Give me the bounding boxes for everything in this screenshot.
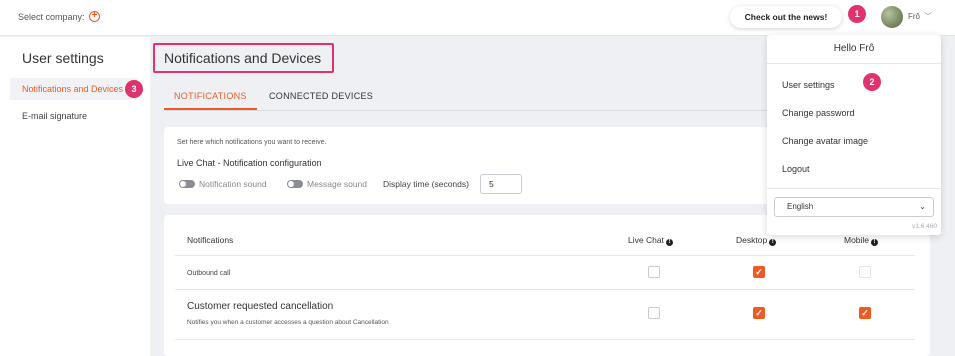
outbound-call-desktop-checkbox[interactable]: ✓ [753,266,765,278]
cancellation-live-chat-checkbox[interactable] [648,307,660,319]
column-header-mobile: Mobile! [844,235,879,246]
check-news-button[interactable]: Check out the news! [730,6,842,28]
message-sound-toggle[interactable] [287,180,303,188]
live-chat-section-title: Live Chat - Notification configuration [177,158,322,168]
table-row-description: Notifies you when a customer accesses a … [187,319,389,326]
tab-connected-devices[interactable]: CONNECTED DEVICES [269,85,373,110]
language-select[interactable]: English ⌄ [774,197,934,217]
menu-item-change-password[interactable]: Change password [782,108,855,118]
display-time-input[interactable]: 5 [480,174,522,194]
dropdown-divider [767,63,941,64]
outbound-call-live-chat-checkbox[interactable] [648,266,660,278]
notification-sound-label: Notification sound [199,179,267,189]
user-name[interactable]: Frô [908,12,920,21]
row-divider [175,255,915,256]
notification-sound-toggle[interactable] [179,180,195,188]
display-time-label: Display time (seconds) [383,179,469,189]
select-company-label: Select company: [18,12,85,22]
column-header-live-chat: Live Chat! [628,235,673,246]
dropdown-greeting: Hello Frô [833,43,875,54]
top-bar: Select company: + Check out the news! 1 … [0,0,955,36]
annotation-badge-1: 1 [848,5,866,23]
column-header-mobile-label: Mobile [844,235,870,245]
column-header-desktop-label: Desktop [736,235,768,245]
sidebar-item-notifications[interactable]: Notifications and Devices [10,78,138,100]
sidebar-title: User settings [22,50,104,66]
page-title: Notifications and Devices [153,43,334,73]
menu-item-user-settings[interactable]: User settings [782,80,835,90]
menu-item-change-avatar[interactable]: Change avatar image [782,136,868,146]
annotation-badge-3: 3 [125,80,143,98]
version-label: v1.6.460 [912,223,937,230]
cancellation-desktop-checkbox[interactable]: ✓ [753,307,765,319]
hint-text: Set here which notifications you want to… [177,139,327,146]
dropdown-divider [767,188,941,189]
table-row-label: Customer requested cancellation [187,301,334,312]
chevron-down-icon[interactable]: ﹀ [924,11,932,22]
message-sound-label: Message sound [307,179,368,189]
column-header-desktop: Desktop! [736,235,777,246]
avatar[interactable] [881,6,903,28]
user-dropdown-menu: Hello Frô User settings Change password … [767,35,941,235]
row-divider [175,289,915,290]
chevron-down-icon: ⌄ [919,202,926,211]
language-select-value: English [787,202,814,211]
table-row-label: Outbound call [187,270,231,277]
info-icon[interactable]: ! [665,239,673,246]
row-divider [175,339,915,340]
notifications-table-card: Notifications Live Chat! Desktop! Mobile… [164,215,930,356]
column-header-live-chat-label: Live Chat [628,235,664,245]
annotation-badge-2: 2 [863,73,881,91]
outbound-call-mobile-checkbox [859,266,871,278]
add-company-icon[interactable]: + [89,11,100,22]
sidebar-item-email-signature[interactable]: E-mail signature [10,105,138,127]
column-header-notifications: Notifications [187,235,234,245]
menu-item-logout[interactable]: Logout [782,164,810,174]
tab-notifications[interactable]: NOTIFICATIONS [164,85,257,110]
cancellation-mobile-checkbox[interactable]: ✓ [859,307,871,319]
info-icon[interactable]: ! [871,239,879,246]
info-icon[interactable]: ! [769,239,777,246]
